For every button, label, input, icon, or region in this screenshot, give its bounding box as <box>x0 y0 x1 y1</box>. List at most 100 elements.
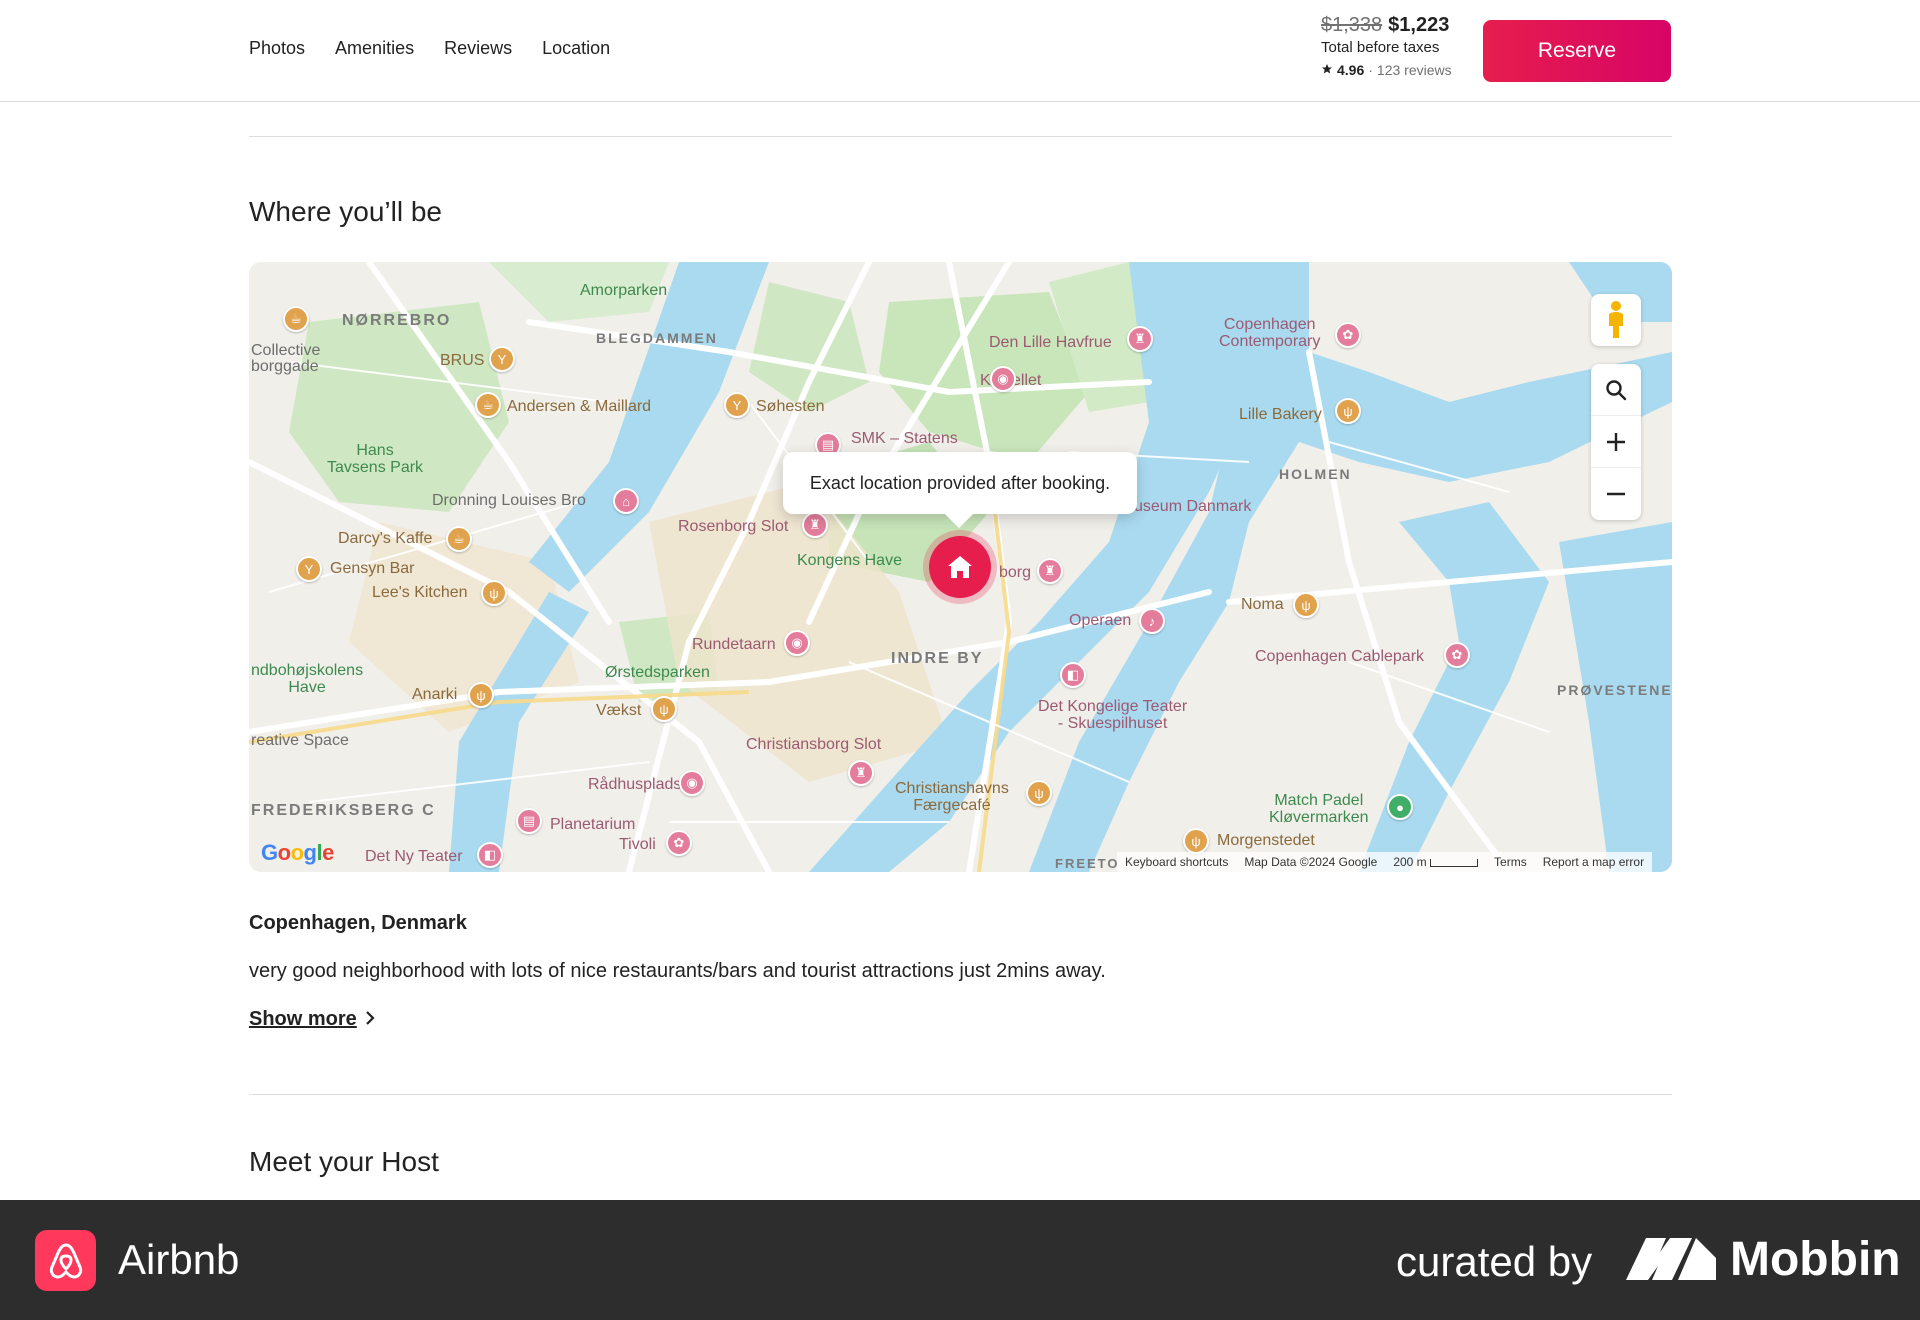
palace-pin-icon[interactable]: ♜ <box>1037 558 1063 584</box>
park-pin-icon[interactable]: ✿ <box>1444 642 1470 668</box>
map-label-amorparken: Amorparken <box>580 282 668 299</box>
location-name: Copenhagen, Denmark <box>249 912 467 934</box>
nav-link-amenities[interactable]: Amenities <box>335 38 414 59</box>
mobbin-wordmark: Mobbin <box>1730 1233 1901 1286</box>
location-section-title: Where you’ll be <box>249 196 442 227</box>
price-note: Total before taxes <box>1321 39 1440 56</box>
map-label-rundetaarn: Rundetaarn <box>692 636 776 653</box>
review-count[interactable]: 123 reviews <box>1377 62 1452 78</box>
map-data-text: Map Data ©2024 Google <box>1244 855 1378 869</box>
curated-by-label: curated by <box>1396 1238 1593 1285</box>
map-label-provestenen: PRØVESTENEN <box>1557 682 1672 698</box>
map-attribution-bar: Keyboard shortcuts Map Data ©2024 Google… <box>1117 852 1653 872</box>
landmark-pin-icon[interactable]: ♜ <box>1127 326 1153 352</box>
castle-pin-icon[interactable]: ♜ <box>802 512 828 538</box>
map-label-cablepark: Copenhagen Cablepark <box>1255 648 1425 665</box>
reserve-button[interactable]: Reserve <box>1483 20 1671 82</box>
map-label-rosenborg: Rosenborg Slot <box>678 518 789 535</box>
nav-link-photos[interactable]: Photos <box>249 38 305 59</box>
cafe-pin-icon[interactable]: ☕ <box>446 526 472 552</box>
keyboard-shortcuts-link[interactable]: Keyboard shortcuts <box>1125 855 1228 869</box>
nav-link-reviews[interactable]: Reviews <box>444 38 512 59</box>
section-divider <box>249 1094 1672 1095</box>
map-label-andersen: Andersen & Maillard <box>507 398 652 415</box>
theater-pin-icon[interactable]: ◧ <box>477 842 503 868</box>
section-nav: Photos Amenities Reviews Location <box>249 38 610 59</box>
show-more-label: Show more <box>249 1008 357 1030</box>
restaurant-pin-icon[interactable]: ψ <box>1026 780 1052 806</box>
castle-pin-icon[interactable]: ♜ <box>848 760 874 786</box>
airbnb-logo-icon <box>35 1230 96 1291</box>
zoom-out-icon[interactable] <box>1591 468 1641 520</box>
map-label-christiansborg: Christiansborg Slot <box>746 736 882 753</box>
theater-pin-icon[interactable]: ◧ <box>1060 662 1086 688</box>
map-label-kongelige-teater: Det Kongelige Teater - Skuespilhuset <box>1038 698 1188 732</box>
bar-pin-icon[interactable]: Y <box>724 392 750 418</box>
art-pin-icon[interactable]: ✿ <box>1335 322 1361 348</box>
map-label-havfrue: Den Lille Havfrue <box>989 334 1112 351</box>
map-label-ny-teater: Det Ny Teater <box>365 848 463 865</box>
map-label-match-padel: Match Padel Kløvermarken <box>1269 792 1369 826</box>
map-label-tivoli: Tivoli <box>619 836 656 853</box>
restaurant-pin-icon[interactable]: ψ <box>481 580 507 606</box>
show-more-button[interactable]: Show more <box>249 1008 375 1031</box>
camera-pin-icon[interactable]: ◉ <box>784 630 810 656</box>
sports-pin-icon[interactable]: ● <box>1387 794 1413 820</box>
map-label-brus: BRUS <box>440 352 485 369</box>
pegman-icon[interactable] <box>1591 294 1641 346</box>
map-scale: 200 m <box>1393 855 1479 869</box>
map-label-kongens-have: Kongens Have <box>797 552 902 569</box>
camera-pin-icon[interactable]: ◉ <box>990 366 1016 392</box>
price-summary: $1,338 $1,223 Total before taxes 4.96 · … <box>1321 14 1471 78</box>
map-search-icon[interactable] <box>1591 364 1641 416</box>
music-pin-icon[interactable]: ♪ <box>1139 608 1165 634</box>
restaurant-pin-icon[interactable]: ψ <box>468 682 494 708</box>
map-label-darcys: Darcy's Kaffe <box>338 530 433 547</box>
restaurant-pin-icon[interactable]: ψ <box>651 696 677 722</box>
map-label-blegdammen: BLEGDAMMEN <box>596 330 718 346</box>
chevron-right-icon <box>365 1008 375 1031</box>
zoom-in-icon[interactable] <box>1591 416 1641 468</box>
map-label-planetarium: Planetarium <box>550 816 636 833</box>
map-label-holmen: HOLMEN <box>1279 466 1352 482</box>
map-label-anarki: Anarki <box>412 686 458 703</box>
terms-link[interactable]: Terms <box>1494 855 1527 869</box>
mobbin-brand-bar: Airbnb curated by Mobbin <box>0 1200 1920 1320</box>
map-label-freeto: FREETO <box>1055 856 1120 871</box>
restaurant-pin-icon[interactable]: ψ <box>1183 828 1209 854</box>
map-label-hojskolens: ndbohøjskolens Have <box>251 662 364 696</box>
original-price: $1,338 <box>1321 14 1383 36</box>
home-marker-icon[interactable] <box>929 536 991 598</box>
map-label-noma: Noma <box>1241 596 1284 613</box>
map-label-frederiksberg: FREDERIKSBERG C <box>251 802 436 819</box>
map-label-orstedsparken: Ørstedsparken <box>605 664 710 681</box>
camera-pin-icon[interactable]: ◉ <box>679 770 705 796</box>
map-label-hans-tavsens: Hans Tavsens Park <box>327 442 424 476</box>
bar-pin-icon[interactable]: Y <box>296 556 322 582</box>
nav-link-location[interactable]: Location <box>542 38 610 59</box>
map-label-operaen: Operaen <box>1069 612 1132 629</box>
bar-pin-icon[interactable]: Y <box>489 346 515 372</box>
map-label-vaekst: Vækst <box>596 702 642 719</box>
location-description: very good neighborhood with lots of nice… <box>249 960 1106 982</box>
section-divider <box>249 136 1672 137</box>
location-tooltip: Exact location provided after booking. <box>783 452 1137 514</box>
sticky-header: Photos Amenities Reviews Location $1,338… <box>0 0 1920 102</box>
restaurant-pin-icon[interactable]: ψ <box>1335 398 1361 424</box>
restaurant-pin-icon[interactable]: ψ <box>1293 592 1319 618</box>
planetarium-pin-icon[interactable]: ▤ <box>516 808 542 834</box>
report-map-error-link[interactable]: Report a map error <box>1543 855 1644 869</box>
location-map[interactable]: NØRREBRO BLEGDAMMEN HOLMEN INDRE BY PRØV… <box>249 262 1672 872</box>
map-label-museum: useum Danmark <box>1134 498 1252 515</box>
mobbin-logo-icon <box>1626 1238 1716 1285</box>
cafe-pin-icon[interactable]: ☕ <box>475 392 501 418</box>
street-view-control[interactable] <box>1591 294 1641 346</box>
map-label-gensyn: Gensyn Bar <box>330 560 415 577</box>
map-label-morgenstedet: Morgenstedet <box>1217 832 1315 849</box>
map-label-faergecafe: Christianshavns Færgecafé <box>895 780 1009 814</box>
map-zoom-controls <box>1591 364 1641 520</box>
map-label-dronning: Dronning Louises Bro <box>432 492 586 509</box>
cafe-pin-icon[interactable]: ☕ <box>283 306 309 332</box>
bridge-pin-icon[interactable]: ⌂ <box>613 488 639 514</box>
amusement-pin-icon[interactable]: ✿ <box>666 830 692 856</box>
